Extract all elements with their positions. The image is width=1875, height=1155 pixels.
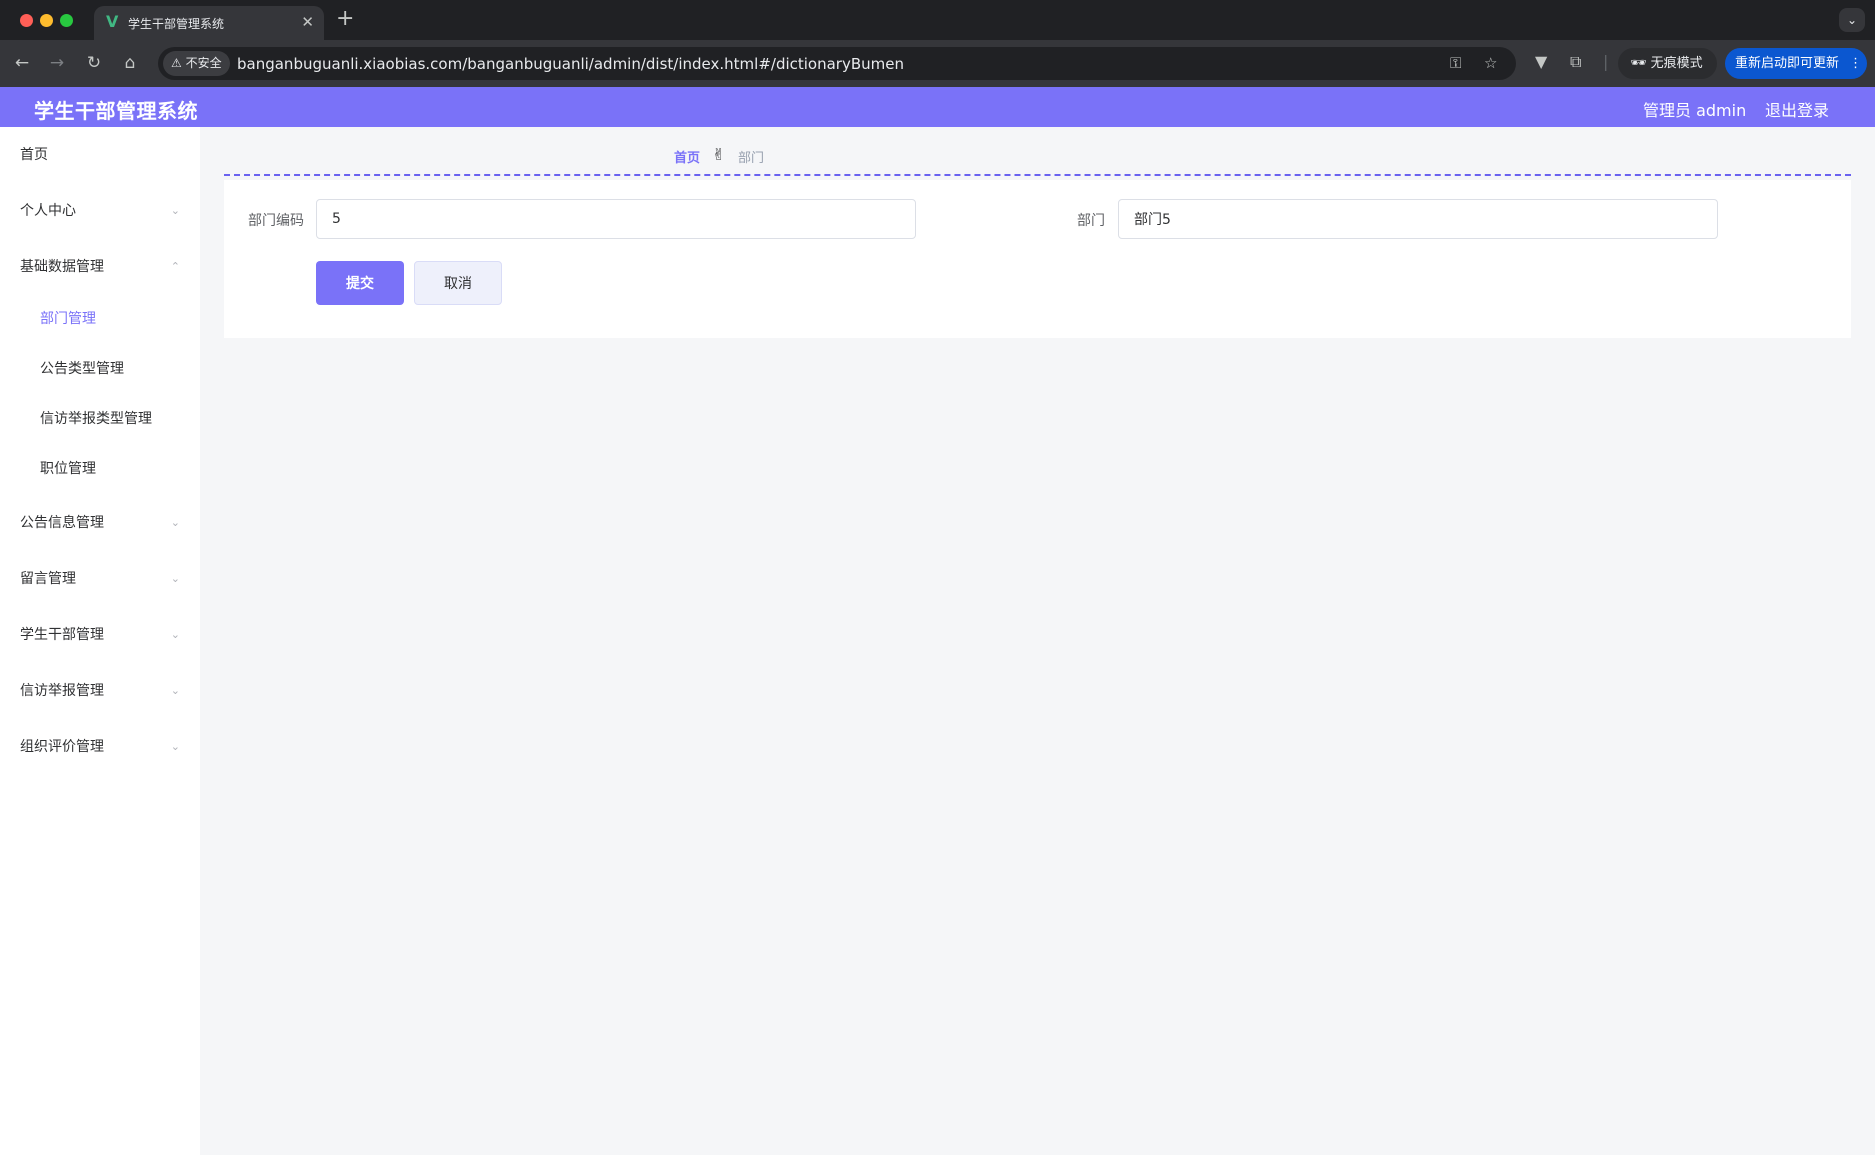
insecure-badge[interactable]: ⚠ 不安全 bbox=[163, 51, 230, 76]
back-arrow-icon[interactable]: ← bbox=[10, 51, 34, 75]
sidebar-item-label: 信访举报类型管理 bbox=[40, 411, 152, 427]
sidebar-item-notice-type[interactable]: 公告类型管理 bbox=[0, 349, 200, 389]
chevron-down-icon: ⌄ bbox=[170, 204, 180, 217]
sidebar-item-label: 部门管理 bbox=[40, 311, 96, 327]
sidebar-item-student-cadre[interactable]: 学生干部管理 ⌄ bbox=[0, 615, 200, 655]
browser-tab-strip: V 学生干部管理系统 ✕ + ⌄ bbox=[0, 0, 1875, 40]
new-tab-button[interactable]: + bbox=[336, 6, 354, 32]
sidebar-item-label: 职位管理 bbox=[40, 461, 96, 477]
sidebar-item-position[interactable]: 职位管理 bbox=[0, 449, 200, 489]
reload-icon[interactable]: ↻ bbox=[82, 51, 106, 75]
sidebar-item-label: 公告类型管理 bbox=[40, 361, 124, 377]
incognito-label: 无痕模式 bbox=[1650, 56, 1703, 71]
window-minimize-button[interactable] bbox=[40, 14, 53, 27]
breadcrumb-home-link[interactable]: 首页 bbox=[674, 147, 700, 166]
chevron-down-icon: ⌄ bbox=[170, 516, 180, 529]
sidebar-item-department[interactable]: 部门管理 bbox=[0, 299, 200, 339]
extensions-puzzle-icon[interactable]: ⧉ bbox=[1570, 52, 1581, 72]
breadcrumb-current: 部门 bbox=[738, 151, 765, 166]
kebab-menu-icon: ⋮ bbox=[1849, 56, 1863, 71]
sidebar-item-label: 个人中心 bbox=[20, 203, 76, 219]
sidebar-item-petition-type[interactable]: 信访举报类型管理 bbox=[0, 399, 200, 439]
chevron-up-icon: ⌃ bbox=[170, 260, 180, 273]
sidebar-item-label: 公告信息管理 bbox=[20, 515, 104, 531]
update-label: 重新启动即可更新 bbox=[1735, 56, 1840, 71]
window-maximize-button[interactable] bbox=[60, 14, 73, 27]
incognito-icon: 🕶 bbox=[1630, 56, 1647, 71]
sidebar-item-label: 首页 bbox=[20, 147, 48, 163]
victory-hand-separator-icon: ✌ bbox=[712, 145, 726, 164]
sidebar-item-org-evaluation[interactable]: 组织评价管理 ⌄ bbox=[0, 727, 200, 767]
tab-search-chevron-icon[interactable]: ⌄ bbox=[1839, 8, 1865, 32]
sidebar-item-label: 组织评价管理 bbox=[20, 739, 104, 755]
forward-arrow-icon[interactable]: → bbox=[45, 51, 69, 75]
insecure-label: 不安全 bbox=[185, 56, 222, 70]
sidebar-item-petition[interactable]: 信访举报管理 ⌄ bbox=[0, 671, 200, 711]
chevron-down-icon: ⌄ bbox=[170, 628, 180, 641]
relaunch-update-button[interactable]: 重新启动即可更新 ⋮ bbox=[1725, 48, 1867, 79]
app-title: 学生干部管理系统 bbox=[34, 99, 198, 123]
department-code-input[interactable] bbox=[316, 199, 916, 239]
chevron-down-icon: ⌄ bbox=[170, 572, 180, 585]
cancel-button[interactable]: 取消 bbox=[414, 261, 502, 305]
sidebar-item-label: 信访举报管理 bbox=[20, 683, 104, 699]
sidebar-item-home[interactable]: 首页 bbox=[0, 135, 200, 175]
url-text[interactable]: banganbuguanli.xiaobias.com/banganbuguan… bbox=[237, 55, 904, 73]
sidebar-item-label: 基础数据管理 bbox=[20, 259, 104, 275]
current-user-label: 管理员 admin bbox=[1643, 101, 1747, 120]
sidebar-item-messages[interactable]: 留言管理 ⌄ bbox=[0, 559, 200, 599]
browser-tab-title: 学生干部管理系统 bbox=[128, 17, 225, 31]
department-code-label: 部门编码 bbox=[248, 213, 304, 229]
tab-close-icon[interactable]: ✕ bbox=[301, 12, 314, 32]
vue-devtools-icon[interactable]: ▼ bbox=[1535, 52, 1547, 71]
department-name-input[interactable] bbox=[1118, 199, 1718, 239]
browser-toolbar: ← → ↻ ⌂ ⚠ 不安全 banganbuguanli.xiaobias.co… bbox=[0, 40, 1875, 87]
chevron-down-icon: ⌄ bbox=[170, 740, 180, 753]
sidebar-item-notice-info[interactable]: 公告信息管理 ⌄ bbox=[0, 503, 200, 543]
chevron-down-icon: ⌄ bbox=[170, 684, 180, 697]
browser-tab-active[interactable]: V 学生干部管理系统 ✕ bbox=[94, 6, 324, 40]
breadcrumb-divider bbox=[224, 174, 1851, 176]
department-name-label: 部门 bbox=[1077, 213, 1105, 229]
incognito-badge[interactable]: 🕶 无痕模式 bbox=[1618, 48, 1717, 79]
vue-favicon-icon: V bbox=[106, 12, 119, 31]
sidebar-item-personal-center[interactable]: 个人中心 ⌄ bbox=[0, 191, 200, 231]
sidebar-item-basic-data[interactable]: 基础数据管理 ⌃ bbox=[0, 247, 200, 287]
window-close-button[interactable] bbox=[20, 14, 33, 27]
password-key-icon[interactable]: ⚿ bbox=[1450, 54, 1461, 72]
sidebar-item-label: 留言管理 bbox=[20, 571, 76, 587]
submit-button[interactable]: 提交 bbox=[316, 261, 404, 305]
logout-button[interactable]: 退出登录 bbox=[1765, 97, 1829, 121]
app-header: 学生干部管理系统 管理员 admin 退出登录 bbox=[0, 87, 1875, 127]
sidebar-item-label: 学生干部管理 bbox=[20, 627, 104, 643]
address-bar[interactable]: ⚠ 不安全 banganbuguanli.xiaobias.com/bangan… bbox=[158, 47, 1516, 80]
sidebar-menu: 首页 个人中心 ⌄ 基础数据管理 ⌃ 部门管理 公告类型管理 信访举报类型管理 … bbox=[0, 127, 200, 1155]
home-icon[interactable]: ⌂ bbox=[118, 51, 142, 75]
bookmark-star-icon[interactable]: ☆ bbox=[1484, 54, 1497, 72]
toolbar-divider: | bbox=[1603, 52, 1609, 71]
